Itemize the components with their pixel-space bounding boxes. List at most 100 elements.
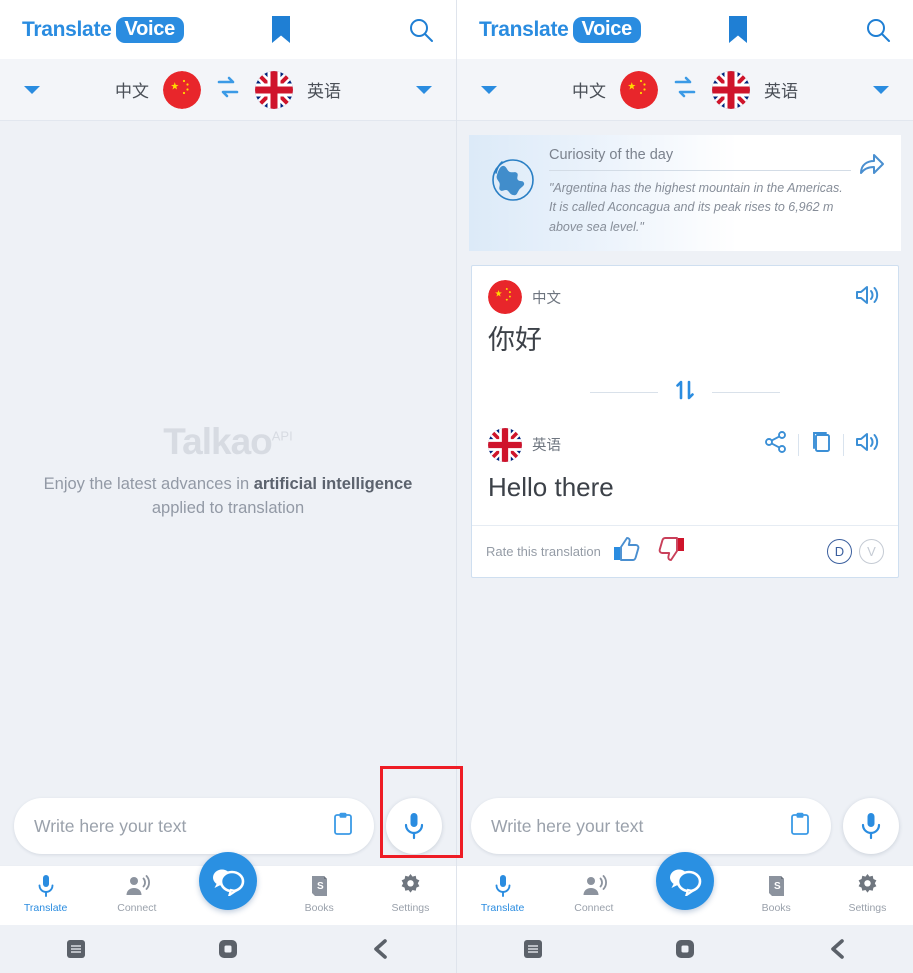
action-divider (798, 433, 799, 456)
speaker-icon[interactable] (854, 283, 882, 312)
uk-flag-icon (488, 427, 522, 462)
bookmark-icon[interactable] (727, 15, 749, 45)
microphone-button[interactable] (386, 798, 442, 854)
action-divider (843, 433, 844, 456)
tab-books[interactable]: S Books (274, 866, 365, 914)
tab-label: Translate (480, 902, 525, 914)
logo-translate-text: Translate (22, 17, 112, 41)
bottom-tab-bar: Translate Connect S Books Settings (457, 852, 913, 925)
source-language-label[interactable]: 中文 (572, 77, 606, 102)
home-icon[interactable] (152, 940, 304, 958)
target-language-dropdown-caret[interactable] (416, 85, 432, 94)
target-row-header: 英语 (472, 414, 898, 462)
source-text: 你好 (488, 325, 542, 356)
back-chevron-icon[interactable] (304, 939, 456, 959)
translation-card: 中文 你好 英语 Hello there Rate this translati… (471, 265, 899, 578)
square-recents-icon[interactable] (0, 940, 152, 958)
curiosity-text: "Argentina has the highest mountain in t… (549, 181, 843, 234)
input-placeholder: Write here your text (34, 815, 187, 836)
logo-voice-badge: Voice (572, 16, 641, 43)
watermark-logo: TalkaoAPI (0, 421, 456, 463)
search-icon[interactable] (408, 17, 434, 43)
tab-settings[interactable]: Settings (365, 866, 456, 914)
bottom-tab-bar: Translate Connect S Books Settings (0, 852, 456, 925)
chat-bubbles-icon[interactable] (656, 852, 714, 910)
share-nodes-icon[interactable] (764, 430, 788, 459)
tab-label: Settings (391, 902, 430, 914)
person-speaking-icon (124, 872, 150, 899)
source-actions (854, 283, 882, 312)
status-badge-verified[interactable]: V (859, 538, 884, 564)
tagline-bold: artificial intelligence (253, 475, 413, 493)
tab-chat[interactable] (639, 852, 730, 910)
speaker-icon[interactable] (854, 430, 882, 459)
watermark-logo-api: API (271, 428, 293, 444)
tab-connect[interactable]: Connect (548, 866, 639, 914)
tab-translate[interactable]: Translate (457, 866, 548, 914)
tab-label: Translate (23, 902, 68, 914)
swap-languages-button[interactable] (672, 74, 698, 105)
microphone-icon (493, 872, 513, 899)
tab-books[interactable]: S Books (731, 866, 822, 914)
tab-chat[interactable] (182, 852, 273, 910)
thumb-down-icon[interactable] (657, 536, 685, 567)
gear-icon (399, 872, 422, 899)
swap-vertical-divider (472, 377, 898, 408)
curiosity-card[interactable]: Curiosity of the day "Argentina has the … (469, 135, 901, 252)
curiosity-body: Curiosity of the day "Argentina has the … (543, 147, 857, 237)
share-arrow-icon[interactable] (857, 147, 891, 184)
rate-buttons (613, 536, 685, 567)
target-text: Hello there (488, 471, 614, 502)
watermark-logo-text: Talkao (163, 421, 272, 462)
android-nav-bar (0, 925, 456, 973)
copy-icon[interactable] (809, 430, 833, 459)
microphone-icon (36, 872, 56, 899)
search-input[interactable]: Write here your text (471, 798, 831, 854)
square-recents-icon[interactable] (457, 940, 609, 958)
right-phone-panel: Translate Voice 中文 英语 Curiosity of the d… (456, 0, 913, 973)
target-language-dropdown-caret[interactable] (873, 85, 889, 94)
globe-icon (481, 147, 543, 205)
rate-badges: D V (827, 538, 884, 564)
swap-vertical-icon[interactable] (672, 377, 698, 408)
search-input[interactable]: Write here your text (14, 798, 374, 854)
home-icon[interactable] (609, 940, 761, 958)
back-chevron-icon[interactable] (761, 939, 913, 959)
clipboard-icon[interactable] (332, 812, 354, 841)
thumb-up-icon[interactable] (613, 536, 641, 567)
search-icon[interactable] (865, 17, 891, 43)
tab-connect[interactable]: Connect (91, 866, 182, 914)
source-language-label[interactable]: 中文 (115, 77, 149, 102)
app-logo: Translate Voice (479, 16, 641, 43)
rating-row: Rate this translation D V (472, 524, 898, 577)
status-badge-dictionary[interactable]: D (827, 538, 852, 564)
chat-bubbles-icon[interactable] (199, 852, 257, 910)
logo-voice-badge: Voice (115, 16, 184, 43)
clipboard-icon[interactable] (789, 812, 811, 841)
tab-translate[interactable]: Translate (0, 866, 91, 914)
android-nav-bar (457, 925, 913, 973)
uk-flag-icon (255, 70, 293, 109)
microphone-button[interactable] (843, 798, 899, 854)
tagline-pre: Enjoy the latest advances in (43, 475, 254, 493)
tab-label: Books (304, 902, 334, 914)
input-placeholder: Write here your text (491, 815, 644, 836)
tab-settings[interactable]: Settings (822, 866, 913, 914)
source-language-dropdown-caret[interactable] (24, 85, 40, 94)
swap-languages-button[interactable] (215, 74, 241, 105)
tab-label: Connect (117, 902, 157, 914)
curiosity-title: Curiosity of the day (549, 147, 851, 171)
uk-flag-icon (712, 70, 750, 109)
rate-label: Rate this translation (486, 543, 601, 559)
talkao-watermark: TalkaoAPI Enjoy the latest advances in a… (0, 421, 456, 521)
screenshot-stage: Translate Voice 中文 英语 TalkaoAPI Enjoy th… (0, 0, 913, 973)
bookmark-icon[interactable] (270, 15, 292, 45)
app-logo: Translate Voice (22, 16, 184, 43)
source-language-dropdown-caret[interactable] (481, 85, 497, 94)
source-language-label: 中文 (532, 290, 561, 307)
watermark-tagline: Enjoy the latest advances in artificial … (0, 473, 456, 521)
target-language-label[interactable]: 英语 (764, 77, 798, 102)
target-language-label[interactable]: 英语 (307, 77, 341, 102)
divider-line-left (590, 391, 658, 393)
person-speaking-icon (581, 872, 607, 899)
